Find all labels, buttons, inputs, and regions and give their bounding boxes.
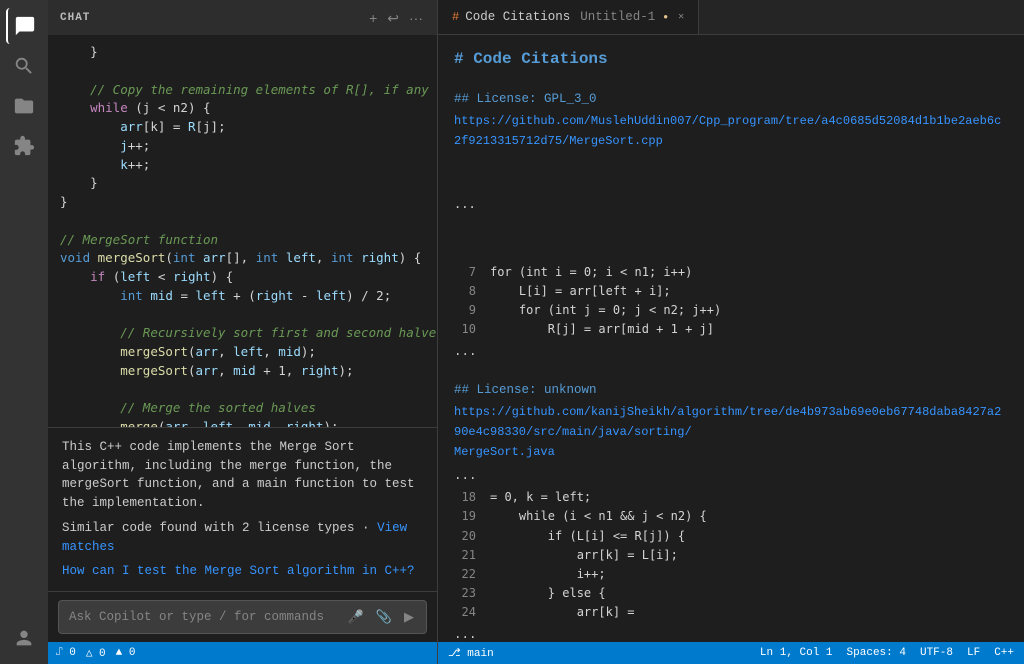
chat-title: CHAT <box>60 12 90 24</box>
tab-close-button[interactable]: ✕ <box>678 11 684 23</box>
tab-filename: Untitled-1 <box>580 10 655 24</box>
send-button[interactable]: ▶ <box>402 607 416 627</box>
suggestion-link[interactable]: How can I test the Merge Sort algorithm … <box>62 562 423 581</box>
tab-bar: # Code Citations Untitled-1 ● ✕ <box>438 0 1024 35</box>
info-count: ▲ 0 <box>116 647 136 659</box>
encoding: UTF-8 <box>920 647 953 659</box>
history-button[interactable]: ↩ <box>385 9 401 27</box>
spaces: Spaces: 4 <box>847 647 906 659</box>
git-branch: ⎇ main <box>448 646 494 660</box>
activity-chat[interactable] <box>6 8 42 44</box>
input-area: 🎤 📎 ▶ <box>48 591 437 642</box>
activity-extensions[interactable] <box>6 128 42 164</box>
license-section-2: ## License: unknown https://github.com/k… <box>454 370 1008 642</box>
description-text: This C++ code implements the Merge Sort … <box>62 438 423 513</box>
license-label-2: ## License: unknown <box>454 380 1008 400</box>
cursor-position: Ln 1, Col 1 <box>760 647 833 659</box>
activity-search[interactable] <box>6 48 42 84</box>
tab-dirty-indicator: ● <box>663 13 668 22</box>
error-count: ⑀ 0 <box>56 647 76 659</box>
input-box: 🎤 📎 ▶ <box>58 600 427 634</box>
license-section-1: ## License: GPL_3_0 https://github.com/M… <box>454 83 1008 362</box>
warning-count: △ 0 <box>86 646 106 660</box>
license-label-1: ## License: GPL_3_0 <box>454 89 1008 109</box>
voice-input-button[interactable]: 🎤 <box>346 607 366 627</box>
license-url-2[interactable]: https://github.com/kanijSheikh/algorithm… <box>454 405 1001 459</box>
bottom-status-bar: ⎇ main Ln 1, Col 1 Spaces: 4 UTF-8 LF C+… <box>438 642 1024 664</box>
chat-status-bar: ⑀ 0 △ 0 ▲ 0 <box>48 642 437 664</box>
attach-button[interactable]: 📎 <box>374 607 394 627</box>
code-snippet-1: ... <box>454 155 1008 255</box>
similar-code-line: Similar code found with 2 license types … <box>62 519 423 557</box>
chat-header: CHAT + ↩ ··· <box>48 0 437 35</box>
description-area: This C++ code implements the Merge Sort … <box>48 427 437 591</box>
citations-content: # Code Citations ## License: GPL_3_0 htt… <box>438 35 1024 642</box>
chat-input[interactable] <box>69 610 338 624</box>
code-block: } // Copy the remaining elements of R[],… <box>48 35 437 427</box>
activity-explorer[interactable] <box>6 88 42 124</box>
more-actions-button[interactable]: ··· <box>407 9 425 27</box>
activity-bar <box>0 0 48 664</box>
ellipsis: ... <box>454 466 1008 486</box>
ellipsis: ... <box>454 342 1008 362</box>
chat-header-actions: + ↩ ··· <box>367 9 425 27</box>
view-matches-link[interactable]: View matches <box>62 521 407 554</box>
tab-title: Code Citations <box>465 10 570 24</box>
right-panel: # Code Citations Untitled-1 ● ✕ # Code C… <box>438 0 1024 664</box>
license-url-1[interactable]: https://github.com/MuslehUddin007/Cpp_pr… <box>454 114 1001 148</box>
new-chat-button[interactable]: + <box>367 9 379 27</box>
left-panel: CHAT + ↩ ··· } // Copy the remaining ele… <box>48 0 438 664</box>
tab-hash-icon: # <box>452 10 459 24</box>
ellipsis: ... <box>454 625 1008 642</box>
status-right: Ln 1, Col 1 Spaces: 4 UTF-8 LF C++ <box>760 647 1014 659</box>
line-endings: LF <box>967 647 980 659</box>
citations-heading: # Code Citations <box>454 47 1008 73</box>
code-area: } // Copy the remaining elements of R[],… <box>48 35 437 427</box>
activity-accounts[interactable] <box>6 620 42 656</box>
status-left: ⎇ main <box>448 646 494 660</box>
ellipsis: ... <box>454 195 1008 214</box>
citations-tab[interactable]: # Code Citations Untitled-1 ● ✕ <box>438 0 699 34</box>
language-mode: C++ <box>994 647 1014 659</box>
